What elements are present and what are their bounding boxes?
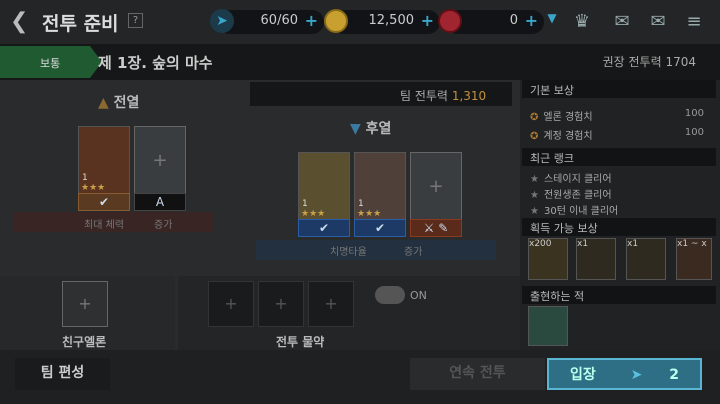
basic-reward-header: 기본 보상 (522, 80, 716, 98)
back-arrow-icon[interactable]: ❮ (10, 9, 28, 34)
reward-item-4[interactable]: x1 ~ x (676, 238, 712, 280)
reward-item-gold[interactable]: x200 (528, 238, 568, 280)
front-2-caption: 증가 (154, 220, 173, 231)
paper-plane-icon: ➤ (210, 9, 234, 33)
team-power: 팀 전투력 1,310 (250, 82, 512, 106)
mail-icon[interactable]: ✉ (646, 11, 670, 33)
star-icon: ★ (530, 174, 539, 185)
add-gem-button[interactable]: + (525, 11, 538, 30)
gold-coin-icon (324, 9, 348, 33)
star-icon: ★ (530, 190, 539, 201)
hero-level: 1 (82, 173, 88, 183)
front-row-label: ▲ 전열 (98, 95, 140, 111)
dropdown-icon[interactable]: ▼ (540, 11, 564, 33)
stage-name: 제 1장. 숲의 마수 (98, 54, 213, 72)
enemies-header: 출현하는 적 (522, 286, 716, 304)
hero-card-front-1[interactable]: ★★★ 1 (78, 126, 130, 198)
reward-value: 100 (684, 108, 704, 119)
energy-display: ➤ 60/60 + (210, 9, 324, 34)
grade-badge: A (134, 193, 186, 211)
front-1-caption: 최대 체력 (84, 220, 124, 231)
rank-row: ★ 스테이지 클리어 (530, 174, 612, 185)
friend-label: 친구엘론 (62, 335, 107, 349)
back-2-caption: 치명타율 (330, 247, 367, 258)
reward-row: ✪ 엘론 경험치 (530, 112, 593, 123)
rank-emblem-icon[interactable]: ♛ (570, 11, 594, 33)
hero-level: 1 (302, 199, 308, 209)
hero-stars: ★★★ (357, 209, 382, 219)
potion-toggle-label: ON (410, 289, 427, 302)
empty-slot-back-3[interactable]: + (410, 152, 462, 224)
enter-button[interactable]: 입장 ➤ 2 (547, 358, 702, 390)
gold-display: 12,500 + (324, 9, 440, 34)
reward-value: 100 (684, 127, 704, 138)
rank-header: 최근 랭크 (522, 148, 716, 166)
recommended-power-value: 1704 (665, 55, 696, 69)
check-icon: ✔ (298, 219, 350, 237)
add-gold-button[interactable]: + (421, 11, 434, 30)
obtainable-header: 획득 가능 보상 (522, 218, 716, 236)
paper-plane-icon: ➤ (630, 367, 643, 383)
reward-row: ✪ 계정 경험치 (530, 131, 593, 142)
hero-level: 1 (358, 199, 364, 209)
potion-slot-3[interactable]: + (308, 281, 354, 327)
hero-card-back-2[interactable]: ★★★ 1 (354, 152, 406, 224)
recommended-power: 권장 전투력 1704 (603, 53, 696, 70)
reward-item-2[interactable]: x1 (576, 238, 616, 280)
star-icon: ★ (530, 206, 539, 217)
back-3-caption: 증가 (404, 247, 423, 258)
ruby-icon (438, 9, 462, 33)
recommended-power-label: 권장 전투력 (602, 55, 662, 69)
enter-cost: 2 (669, 367, 679, 383)
hero-card-back-1[interactable]: ★★★ 1 (298, 152, 350, 224)
rank-row: ★ 전원생존 클리어 (530, 190, 612, 201)
hero-stars: ★★★ (301, 209, 326, 219)
potion-label: 전투 물약 (276, 335, 325, 349)
back-row-band (256, 240, 496, 260)
chat-icon[interactable]: ✉ (610, 11, 634, 33)
exp-icon: ✪ (530, 112, 539, 123)
swap-icons: ⚔ ✎ (410, 219, 462, 237)
menu-icon[interactable]: ≡ (682, 11, 706, 33)
potion-slot-1[interactable]: + (208, 281, 254, 327)
team-edit-button[interactable]: 팀 편성 (15, 358, 110, 390)
potion-toggle[interactable] (375, 286, 405, 304)
add-energy-button[interactable]: + (305, 11, 318, 30)
enter-label: 입장 (570, 367, 596, 383)
energy-value: 60/60 (260, 13, 298, 28)
back-row-label: ▼ 후열 (350, 121, 392, 137)
team-power-label: 팀 전투력 (400, 89, 448, 103)
check-icon: ✔ (78, 193, 130, 211)
team-power-value: 1,310 (451, 89, 487, 103)
reward-item-3[interactable]: x1 (626, 238, 666, 280)
gem-display: 0 + (438, 9, 544, 34)
difficulty-badge: 보통 (0, 46, 102, 78)
gold-value: 12,500 (368, 13, 415, 28)
exp-icon: ✪ (530, 131, 539, 142)
potion-slot-2[interactable]: + (258, 281, 304, 327)
page-title: 전투 준비 (42, 13, 119, 35)
check-icon: ✔ (354, 219, 406, 237)
friend-slot[interactable]: + (62, 281, 108, 327)
enemy-portrait[interactable] (528, 306, 568, 346)
rank-row: ★ 30턴 이내 클리어 (530, 206, 619, 217)
repeat-battle-button[interactable]: 연속 전투 (410, 358, 545, 390)
empty-slot-front-2[interactable]: + (134, 126, 186, 198)
hero-stars: ★★★ (81, 183, 106, 193)
gem-value: 0 (509, 13, 518, 28)
help-icon[interactable]: ? (128, 13, 143, 28)
